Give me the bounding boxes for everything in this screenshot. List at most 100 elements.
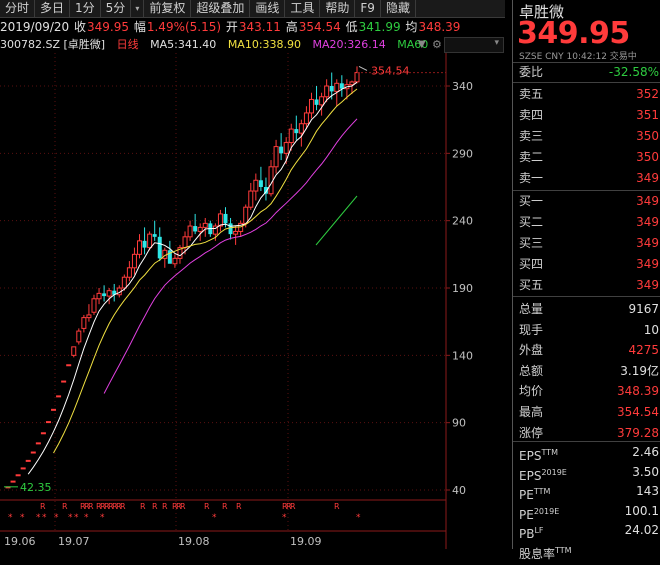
ask-row: 卖四 351 (513, 105, 660, 126)
candle[interactable] (258, 166, 263, 192)
avg-label: 均 (405, 20, 418, 34)
candle[interactable] (25, 459, 31, 462)
candle-body (233, 230, 239, 235)
candle[interactable] (238, 220, 244, 237)
toolbar-item[interactable]: 帮助 (320, 0, 356, 17)
candle-body (279, 146, 284, 154)
candle-body (102, 293, 107, 297)
ask-row-value: 350 (636, 150, 659, 164)
candle[interactable] (339, 75, 344, 97)
candle[interactable] (20, 467, 26, 470)
selector-dropdown-icon: ▾ (494, 38, 499, 48)
signal-star-marker: * (8, 513, 13, 523)
candle[interactable] (112, 283, 117, 302)
bid-row-value: 349 (636, 257, 659, 271)
candle[interactable] (319, 92, 325, 116)
signal-star-marker: * (20, 513, 25, 523)
open-value: 343.11 (238, 20, 281, 34)
candle[interactable] (193, 213, 198, 235)
candle-body (334, 82, 340, 92)
candle[interactable] (40, 432, 46, 435)
candle[interactable] (66, 364, 72, 367)
bid-row-label: 买四 (519, 257, 544, 271)
candle-body (40, 432, 46, 435)
candle[interactable] (228, 217, 233, 240)
candle[interactable] (202, 217, 208, 237)
candle[interactable] (45, 421, 51, 424)
candle[interactable] (51, 408, 57, 411)
candle[interactable] (294, 115, 299, 140)
exchange-info: SZSE CNY 10:42:12 交易中 (519, 52, 637, 62)
candle[interactable] (273, 139, 279, 174)
candle[interactable] (314, 86, 319, 111)
open-label: 开 (225, 20, 238, 34)
bid-row: 买三 349 (513, 233, 660, 254)
candle[interactable] (279, 133, 284, 161)
candle[interactable] (10, 480, 16, 483)
candle[interactable] (35, 442, 41, 445)
candle[interactable] (131, 247, 137, 275)
toolbar-item[interactable]: 1分 (70, 0, 101, 17)
ask-row: 卖三 350 (513, 126, 660, 147)
candle[interactable] (162, 247, 168, 268)
candle[interactable] (152, 220, 157, 241)
stat-row: 总量 9167 (513, 299, 660, 320)
ask-row-value: 351 (636, 108, 659, 122)
candle[interactable] (102, 285, 107, 302)
toolbar-item[interactable]: 隐藏 (381, 0, 416, 17)
signal-star-marker: * (282, 513, 287, 523)
candle[interactable] (106, 288, 112, 305)
divider (513, 296, 660, 297)
toolbar-item[interactable]: 5分 (101, 0, 132, 17)
candle-body (86, 314, 92, 319)
candle[interactable] (142, 227, 147, 255)
candle[interactable] (233, 226, 239, 245)
candle-body (152, 234, 157, 237)
candle[interactable] (71, 346, 77, 358)
candle[interactable] (298, 119, 304, 147)
ask-row: 卖一 349 (513, 168, 660, 189)
candle[interactable] (308, 92, 314, 119)
candle-body (329, 86, 334, 92)
toolbar-item[interactable]: 画线 (250, 0, 286, 17)
candle[interactable] (217, 209, 223, 232)
candle[interactable] (30, 451, 36, 454)
candle[interactable] (96, 288, 102, 305)
bid-row-value: 349 (636, 278, 659, 292)
candle[interactable] (253, 173, 259, 201)
candle[interactable] (91, 294, 97, 315)
candle[interactable] (76, 328, 82, 345)
toolbar-item[interactable]: 前复权 (144, 0, 192, 17)
fundamental-row: PE2019E 100.1 (513, 501, 660, 522)
toolbar-item[interactable]: 工具 (285, 0, 321, 17)
candle[interactable] (354, 66, 360, 84)
candle[interactable] (137, 234, 143, 259)
candle[interactable] (248, 182, 254, 210)
date-tick: 19.06 (4, 535, 36, 548)
toolbar-item[interactable]: ▾ (131, 0, 145, 17)
ma-dropdown-icon[interactable]: ▼ (418, 39, 426, 50)
candle[interactable] (187, 220, 193, 241)
fundamental-row: EPS2019E 3.50 (513, 462, 660, 483)
toolbar-item[interactable]: F9 (355, 0, 381, 17)
index-selector[interactable]: ▾ (444, 37, 504, 53)
toolbar-item[interactable]: 多日 (35, 0, 71, 17)
candle-body (71, 346, 77, 356)
candle[interactable] (15, 474, 21, 477)
signal-star-marker: * (36, 513, 41, 523)
toolbar-item[interactable]: 分时 (0, 0, 36, 17)
settings-icon[interactable]: ⚙ (432, 38, 442, 51)
candle[interactable] (126, 261, 132, 282)
kline-chart[interactable]: 3402902401901409040354.5442.35R R RRR RRRRR… (0, 53, 510, 549)
candle-body (81, 317, 87, 329)
candle[interactable] (268, 160, 274, 197)
candle[interactable] (56, 395, 62, 398)
bid-row-label: 买五 (519, 278, 544, 292)
stat-row-label: 总额 (519, 363, 544, 378)
candle[interactable] (86, 304, 92, 322)
candle-body (142, 240, 147, 248)
toolbar-item[interactable]: 超级叠加 (191, 0, 251, 17)
candle[interactable] (61, 380, 67, 383)
candle[interactable] (81, 314, 87, 333)
candle-body (66, 364, 72, 367)
